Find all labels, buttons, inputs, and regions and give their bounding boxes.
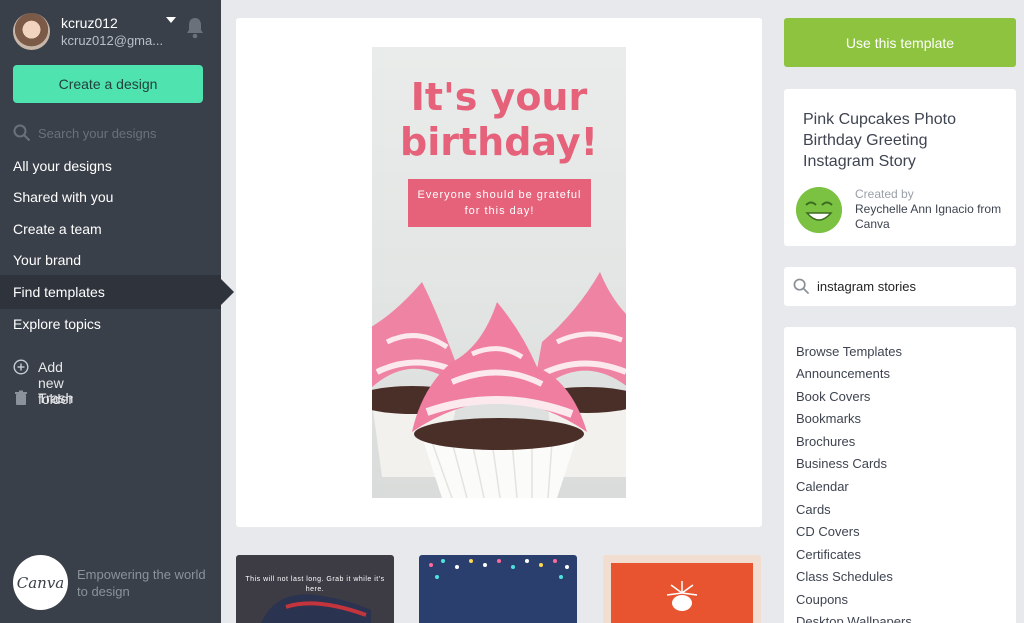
trash-icon [15,390,27,405]
user-email: kcruz012@gma... [61,33,164,48]
template-thumbnail[interactable] [419,555,577,623]
category-link[interactable]: Brochures [796,433,855,451]
use-template-button[interactable]: Use this template [784,18,1016,67]
template-title: Pink Cupcakes Photo Birthday Greeting In… [803,111,956,170]
creator-avatar[interactable] [796,187,842,233]
category-link[interactable]: Announcements [796,365,890,383]
search-designs[interactable]: Search your designs [13,124,208,144]
nav-shared-with-you[interactable]: Shared with you [0,180,221,214]
template-info-card: Pink Cupcakes Photo Birthday Greeting In… [784,89,1016,246]
template-preview-image[interactable]: It's your birthday! Everyone should be g… [372,47,626,498]
template-search-input[interactable]: instagram stories [817,279,916,294]
category-link[interactable]: Business Cards [796,455,887,473]
trash-label: Trash [38,390,74,406]
template-thumbnail[interactable] [603,555,761,623]
category-link[interactable]: Bookmarks [796,410,861,428]
bell-icon[interactable] [185,17,205,39]
nav-your-brand[interactable]: Your brand [0,243,221,277]
search-input[interactable]: Search your designs [38,126,157,141]
nav-explore-topics[interactable]: Explore topics [0,307,221,341]
category-link[interactable]: Cards [796,501,831,519]
nav-create-team[interactable]: Create a team [0,212,221,246]
search-icon [793,278,810,295]
canva-logo[interactable]: Canva [13,555,68,610]
created-by-label: Created by [855,187,914,201]
template-search[interactable]: instagram stories [784,267,1016,306]
username: kcruz012 [61,15,118,31]
create-design-button[interactable]: Create a design [13,65,203,103]
user-menu[interactable]: kcruz012 kcruz012@gma... [13,13,213,53]
thumbnail-art [611,563,753,623]
preview-subtitle: Everyone should be grateful for this day… [408,179,591,227]
cupcakes-image [372,272,626,498]
brand-footer: Canva Empowering the world to design [13,555,213,610]
chevron-down-icon[interactable] [166,17,176,23]
confetti-image [429,559,569,579]
sidebar: kcruz012 kcruz012@gma... Create a design… [0,0,234,623]
avatar[interactable] [13,13,50,50]
category-link[interactable]: Coupons [796,591,848,609]
creator-name[interactable]: Reychelle Ann Ignacio from Canva [855,202,1005,232]
category-link[interactable]: Class Schedules [796,568,893,586]
category-link[interactable]: Book Covers [796,388,870,406]
sparkle-image [666,581,698,611]
shoe-image [261,594,371,623]
brand-tagline: Empowering the world to design [77,567,206,599]
nav-all-designs[interactable]: All your designs [0,149,221,183]
preview-title: It's your birthday! [400,75,598,164]
template-categories: Browse Templates Announcements Book Cove… [784,327,1016,623]
template-thumbnail[interactable]: This will not last long. Grab it while i… [236,555,394,623]
plus-circle-icon [13,359,29,375]
search-icon [13,124,31,142]
category-link[interactable]: Browse Templates [796,343,902,361]
category-link[interactable]: Calendar [796,478,849,496]
category-link[interactable]: Desktop Wallpapers [796,613,912,623]
category-link[interactable]: CD Covers [796,523,860,541]
nav-find-templates[interactable]: Find templates [0,275,234,309]
category-link[interactable]: Certificates [796,546,861,564]
